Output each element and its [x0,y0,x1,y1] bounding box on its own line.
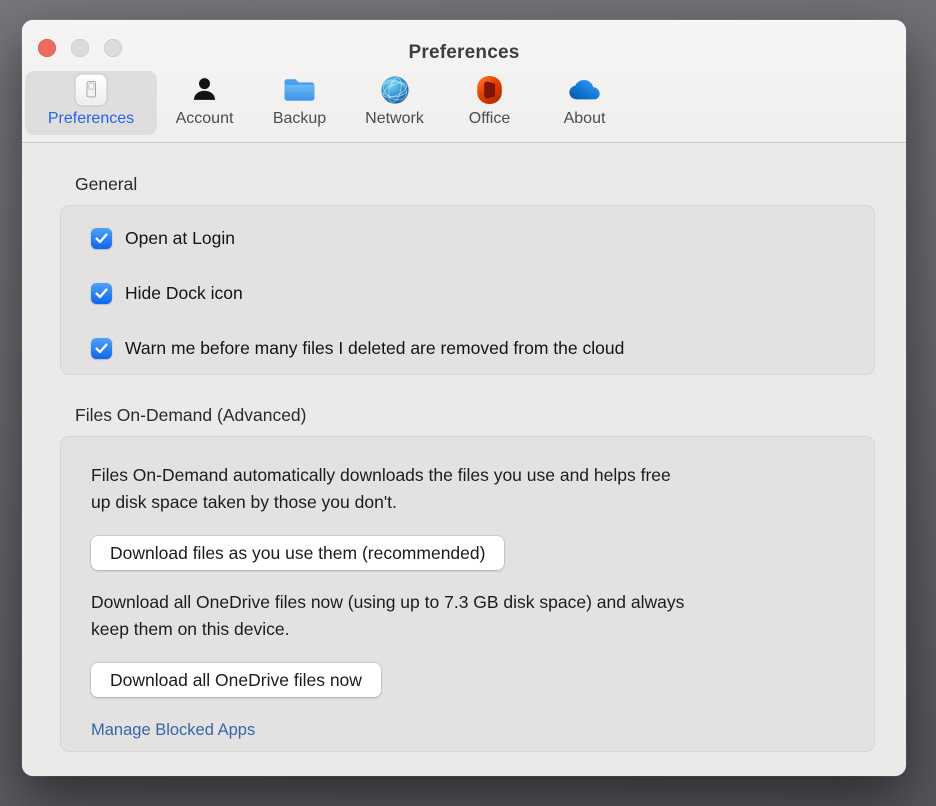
onedrive-cloud-icon [568,71,601,108]
tab-preferences-label: Preferences [47,110,135,127]
globe-icon [380,71,410,108]
description-line: keep them on this device. [91,619,290,639]
tab-office[interactable]: Office [442,71,537,135]
tab-account[interactable]: Account [157,71,252,135]
general-section-header: General [75,174,138,194]
check-icon [95,287,108,298]
tab-backup[interactable]: Backup [252,71,347,135]
files-on-demand-section-header: Files On-Demand (Advanced) [75,405,307,425]
tab-office-label: Office [468,110,511,127]
toolbar: Preferences Account Backup Network Offic… [25,71,632,135]
check-icon [95,232,108,243]
desktop-background: { "window": { "title": "Preferences" }, … [0,0,936,806]
download-all-description: Download all OneDrive files now (using u… [91,589,844,643]
warn-delete-checkbox[interactable] [91,337,112,359]
description-line: Download all OneDrive files now (using u… [91,592,685,612]
tab-preferences[interactable]: Preferences [25,71,157,135]
tab-account-label: Account [175,110,234,127]
tab-about[interactable]: About [537,71,632,135]
description-line: up disk space taken by those you don't. [91,492,397,512]
files-on-demand-description: Files On-Demand automatically downloads … [91,462,844,516]
folder-icon [283,71,316,108]
preferences-switch-icon [74,71,108,108]
tab-network[interactable]: Network [347,71,442,135]
check-icon [95,342,108,353]
general-group-box: Open at Login Hide Dock icon Warn me bef… [60,205,875,375]
tab-about-label: About [563,110,606,127]
hide-dock-icon-checkbox[interactable] [91,282,112,304]
hide-dock-icon-label: Hide Dock icon [125,282,243,303]
warn-delete-row[interactable]: Warn me before many files I deleted are … [61,337,874,359]
office-logo-icon [476,71,503,108]
titlebar: Preferences Preferences Account Backup N… [22,20,906,143]
open-at-login-label: Open at Login [125,227,235,248]
preferences-window: Preferences Preferences Account Backup N… [22,20,906,776]
description-line: Files On-Demand automatically downloads … [91,465,671,485]
hide-dock-icon-row[interactable]: Hide Dock icon [61,282,874,304]
warn-delete-label: Warn me before many files I deleted are … [125,337,625,358]
tab-network-label: Network [365,110,424,127]
tab-backup-label: Backup [272,110,327,127]
preferences-pane: General Open at Login Hide Dock icon War… [22,144,906,776]
person-icon [190,71,219,108]
download-as-used-button[interactable]: Download files as you use them (recommen… [91,536,505,570]
window-title: Preferences [408,42,520,63]
files-on-demand-group-box: Files On-Demand automatically downloads … [60,436,875,752]
manage-blocked-apps-link[interactable]: Manage Blocked Apps [91,721,255,740]
download-all-button[interactable]: Download all OneDrive files now [91,663,381,697]
open-at-login-row[interactable]: Open at Login [61,227,874,249]
open-at-login-checkbox[interactable] [91,227,112,249]
